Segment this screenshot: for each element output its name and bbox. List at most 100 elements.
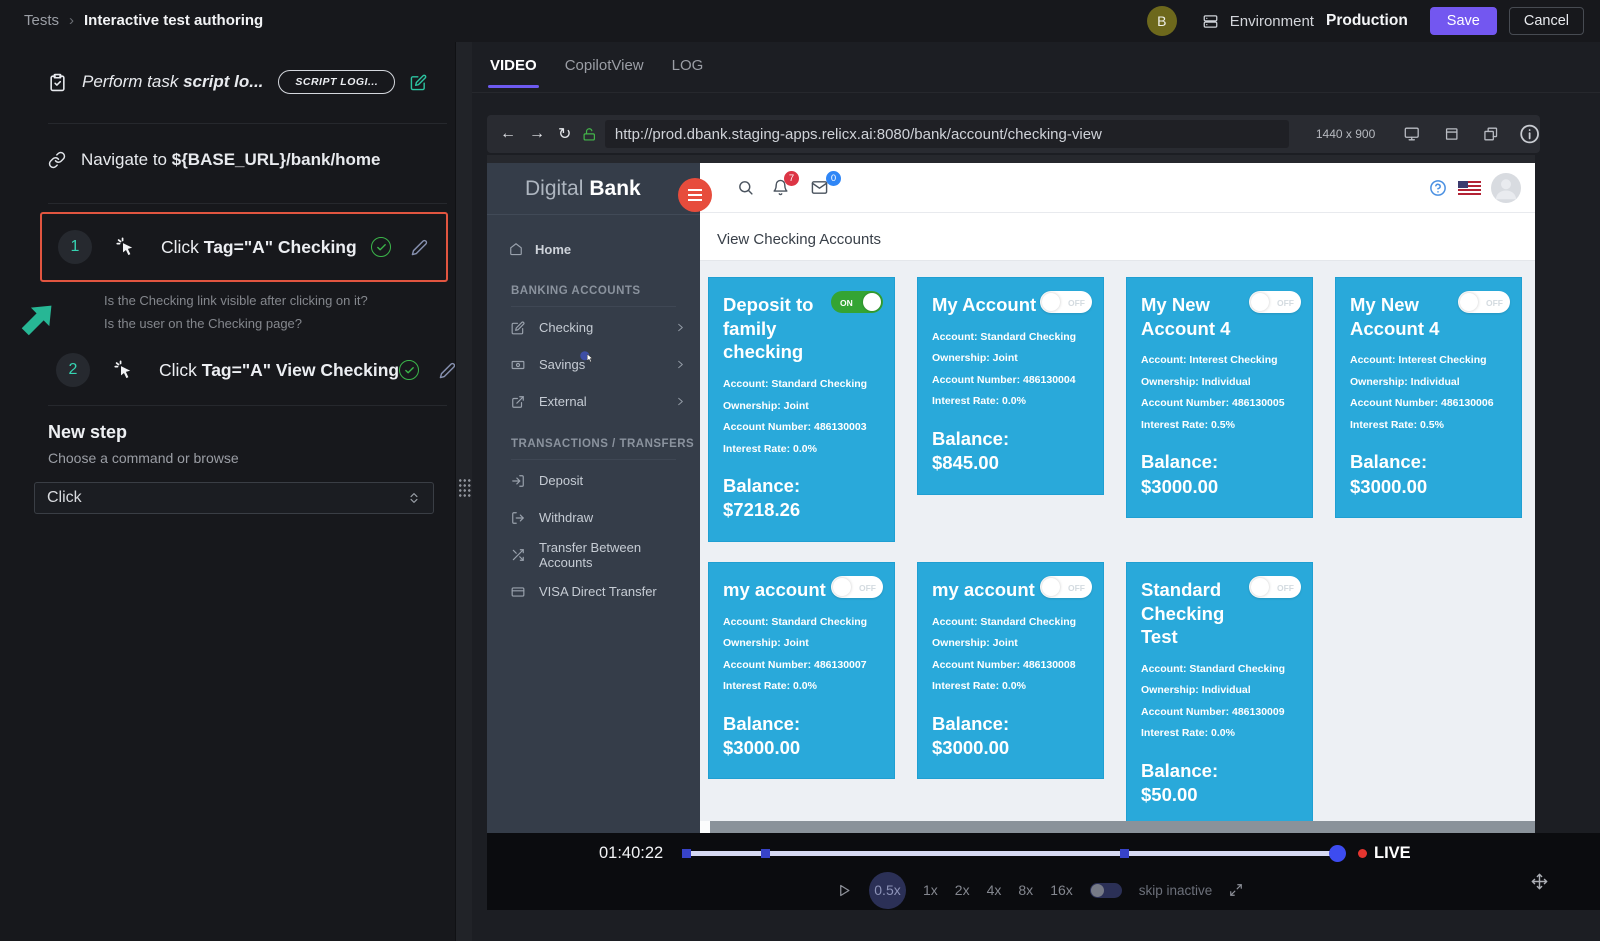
fullscreen-icon[interactable]	[1229, 883, 1243, 897]
playback-time: 01:40:22	[599, 844, 685, 863]
bank-nav-item[interactable]: Savings	[487, 346, 700, 383]
playhead[interactable]	[1329, 845, 1346, 862]
bank-nav-item[interactable]: Deposit	[487, 462, 700, 499]
panel-resize-divider[interactable]	[455, 42, 472, 941]
divider	[48, 203, 447, 204]
account-balance: Balance: $3000.00	[723, 712, 880, 761]
account-toggle[interactable]: OFF	[1040, 291, 1092, 313]
search-icon[interactable]	[737, 179, 754, 196]
speed-0.5x[interactable]: 0.5x	[869, 872, 906, 909]
speed-1x[interactable]: 1x	[923, 882, 938, 898]
money-icon	[511, 358, 525, 372]
home-icon	[509, 242, 523, 256]
tab-copilotview[interactable]: CopilotView	[565, 57, 644, 74]
step-2-click-view-checking[interactable]: 2 Click Tag="A" View Checking	[40, 342, 448, 398]
timeline-step-marker[interactable]	[1120, 849, 1129, 858]
bank-sidebar: Digital Bank Home BANKING ACCOUNTS Check…	[487, 163, 700, 833]
account-balance: Balance: $3000.00	[1350, 450, 1507, 499]
bank-nav-item[interactable]: Withdraw	[487, 499, 700, 536]
account-toggle[interactable]: OFF	[1249, 291, 1301, 313]
save-button[interactable]: Save	[1430, 7, 1497, 35]
breadcrumb-tests-link[interactable]: Tests	[24, 12, 59, 29]
task-step-text: Perform task script lo...	[82, 72, 263, 92]
step-1-click-checking[interactable]: 1 Click Tag="A" Checking	[40, 212, 448, 282]
drag-handle-icon[interactable]	[458, 478, 471, 497]
timeline-step-marker[interactable]	[682, 849, 691, 858]
speed-8x[interactable]: 8x	[1018, 882, 1033, 898]
monitor-icon[interactable]	[1404, 126, 1419, 142]
account-toggle[interactable]: OFF	[1249, 576, 1301, 598]
account-balance: Balance: $845.00	[932, 427, 1089, 476]
step-navigate[interactable]: Navigate to ${BASE_URL}/bank/home	[48, 138, 445, 182]
divider	[48, 405, 447, 406]
step-number: 1	[58, 230, 92, 264]
cancel-button[interactable]: Cancel	[1509, 7, 1584, 35]
step-passed-icon	[371, 237, 391, 257]
environment-value[interactable]: Production	[1326, 12, 1408, 30]
bank-nav-item[interactable]: Transfer Between Accounts	[487, 536, 700, 573]
bank-logo[interactable]: Digital Bank	[487, 163, 700, 215]
scrollbar-thumb[interactable]	[710, 821, 1535, 833]
bank-user-avatar[interactable]	[1491, 173, 1521, 203]
browser-chrome: ← → ↻ http://prod.dbank.staging-apps.rel…	[487, 115, 1540, 153]
account-toggle[interactable]: OFF	[1040, 576, 1092, 598]
account-detail: Ownership: Joint	[932, 633, 1089, 655]
language-flag-icon[interactable]	[1458, 181, 1481, 195]
script-logic-button[interactable]: SCRIPT LOGI...	[278, 70, 395, 94]
account-balance: Balance: $7218.26	[723, 474, 880, 523]
help-icon[interactable]	[1429, 179, 1447, 197]
account-detail: Account: Interest Checking	[1350, 350, 1507, 372]
bank-nav-item[interactable]: External	[487, 383, 700, 420]
environment-label: Environment	[1230, 13, 1314, 30]
speed-4x[interactable]: 4x	[987, 882, 1002, 898]
timeline-step-marker[interactable]	[761, 849, 770, 858]
account-detail: Interest Rate: 0.0%	[723, 439, 880, 461]
speed-2x[interactable]: 2x	[955, 882, 970, 898]
info-icon[interactable]	[1519, 123, 1540, 145]
sidebar-toggle-button[interactable]	[678, 178, 712, 212]
account-detail: Account Number: 486130009	[1141, 702, 1298, 724]
horizontal-scrollbar[interactable]	[700, 821, 1535, 833]
tab-log[interactable]: LOG	[672, 57, 704, 74]
tab-video[interactable]: VIDEO	[490, 57, 537, 74]
back-icon[interactable]: ←	[500, 125, 516, 143]
window-restore-icon[interactable]	[1483, 126, 1498, 142]
chevron-updown-icon	[407, 491, 421, 505]
timeline-scrubber[interactable]	[686, 851, 1345, 856]
chevron-right-icon	[675, 322, 686, 333]
account-toggle[interactable]: ON	[831, 291, 883, 313]
edit-script-icon[interactable]	[410, 74, 427, 91]
speed-16x[interactable]: 16x	[1050, 882, 1073, 898]
bank-nav-home[interactable]: Home	[487, 231, 700, 267]
forward-icon[interactable]: →	[529, 125, 545, 143]
reload-icon[interactable]: ↻	[558, 124, 571, 144]
skip-inactive-toggle[interactable]	[1090, 883, 1122, 898]
bank-nav-item[interactable]: Checking	[487, 309, 700, 346]
account-detail: Account Number: 486130004	[932, 370, 1089, 392]
link-icon	[48, 151, 66, 169]
user-avatar[interactable]: B	[1147, 6, 1177, 36]
url-bar[interactable]: http://prod.dbank.staging-apps.relicx.ai…	[605, 120, 1289, 148]
window-maximize-icon[interactable]	[1444, 126, 1459, 142]
account-detail: Account: Standard Checking	[932, 327, 1089, 349]
assertion-question: Is the Checking link visible after click…	[104, 290, 368, 313]
edit-step-icon[interactable]	[439, 362, 456, 379]
annotation-arrow-icon	[14, 295, 62, 343]
external-icon	[511, 395, 525, 409]
notifications-badge: 7	[784, 171, 799, 186]
shuffle-icon	[511, 548, 525, 562]
account-toggle[interactable]: OFF	[1458, 291, 1510, 313]
step-perform-task[interactable]: Perform task script lo... SCRIPT LOGI...	[48, 60, 445, 104]
move-handle-icon[interactable]	[1531, 873, 1548, 890]
account-balance: Balance: $3000.00	[932, 712, 1089, 761]
account-toggle[interactable]: OFF	[831, 576, 883, 598]
divider	[511, 459, 676, 460]
test-authoring-app: Tests › Interactive test authoring B Env…	[0, 0, 1600, 941]
play-icon[interactable]	[837, 883, 852, 898]
command-dropdown[interactable]: Click	[34, 482, 434, 514]
edit-step-icon[interactable]	[411, 239, 428, 256]
account-detail: Interest Rate: 0.5%	[1350, 415, 1507, 437]
bank-nav-item[interactable]: VISA Direct Transfer	[487, 573, 700, 610]
account-detail: Account Number: 486130005	[1141, 393, 1298, 415]
bank-app: Digital Bank Home BANKING ACCOUNTS Check…	[487, 163, 1535, 833]
